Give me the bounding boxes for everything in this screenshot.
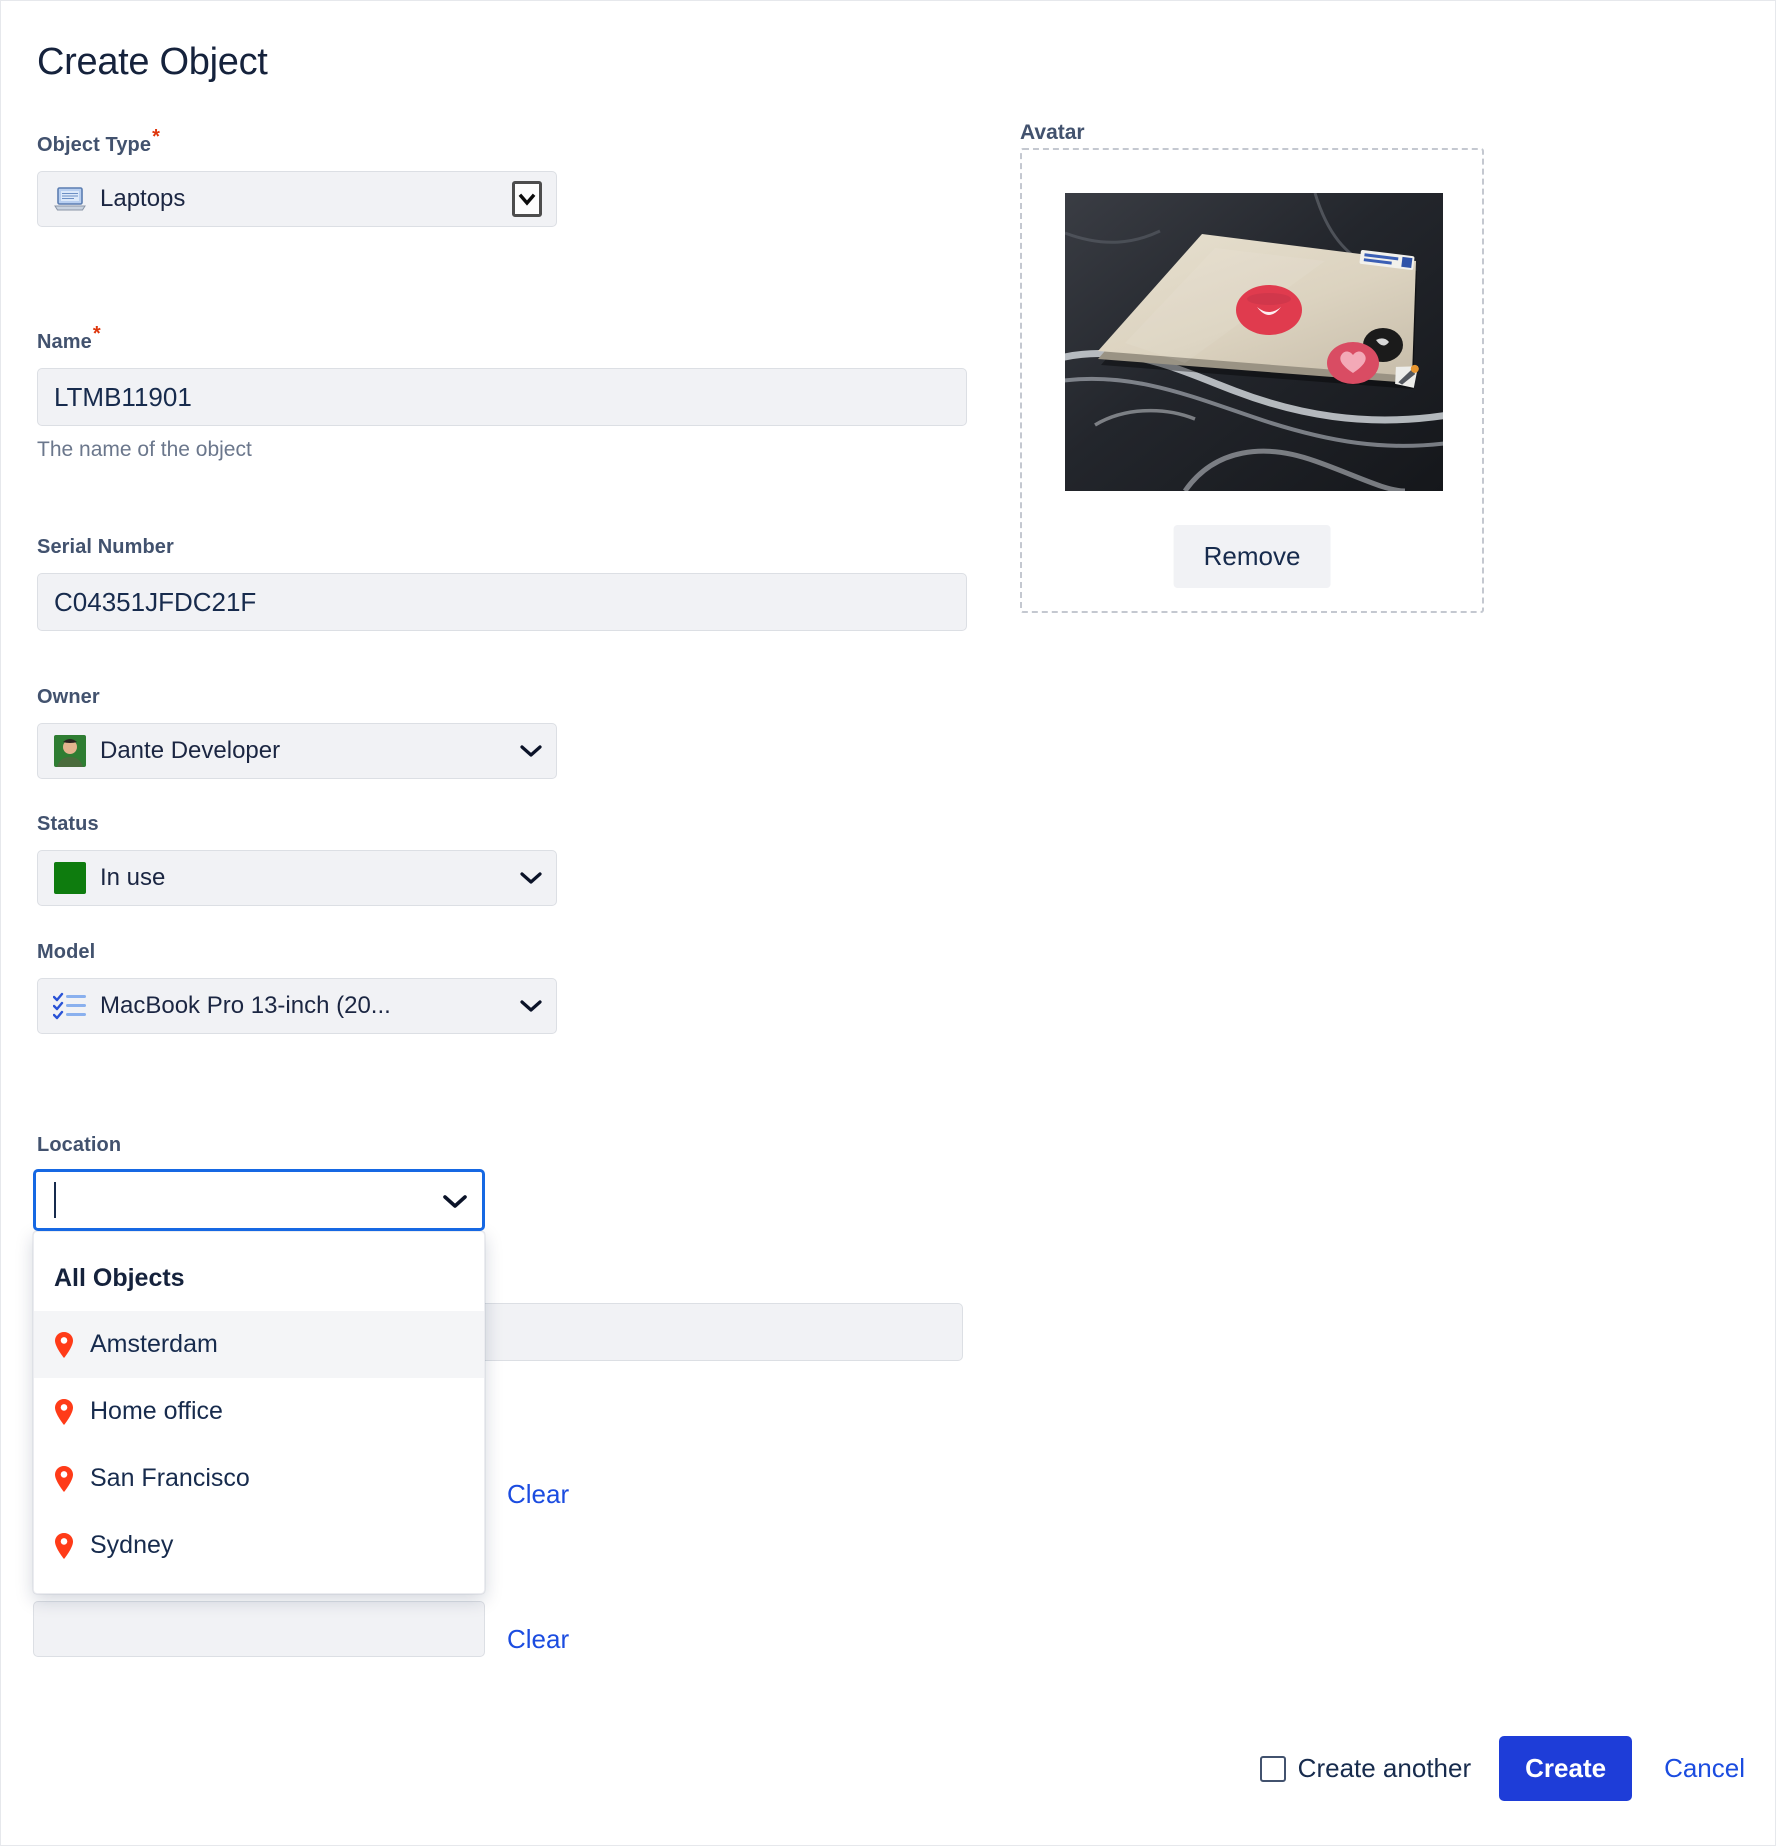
location-pin-icon	[54, 1465, 74, 1493]
field-object-type: Object Type* Laptops	[37, 126, 557, 227]
model-select[interactable]: MacBook Pro 13-inch (20...	[37, 978, 557, 1034]
dropdown-option-sydney[interactable]: Sydney	[34, 1512, 484, 1579]
clear-link-2[interactable]: Clear	[507, 1624, 569, 1655]
avatar-label: Avatar	[1020, 121, 1085, 144]
page-title: Create Object	[37, 41, 268, 83]
clear-link-1[interactable]: Clear	[507, 1479, 569, 1510]
owner-select[interactable]: Dante Developer	[37, 723, 557, 779]
field-status: Status In use	[37, 813, 557, 906]
checklist-icon	[52, 991, 88, 1021]
field-owner: Owner Dante Developer	[37, 686, 557, 779]
field-location: Location	[33, 1134, 485, 1231]
object-type-label: Object Type*	[37, 126, 160, 156]
required-asterisk: *	[152, 126, 160, 149]
serial-number-value: C04351JFDC21F	[54, 586, 257, 617]
name-help-text: The name of the object	[37, 438, 252, 461]
remove-avatar-button[interactable]: Remove	[1173, 525, 1331, 588]
create-another-label: Create another	[1297, 1753, 1472, 1783]
location-pin-icon	[54, 1532, 74, 1560]
serial-number-input[interactable]: C04351JFDC21F	[37, 573, 967, 631]
name-input[interactable]: LTMB11901	[37, 368, 967, 426]
text-caret	[54, 1182, 56, 1218]
location-dropdown-menu: All Objects Amsterdam Home office San Fr…	[33, 1231, 485, 1594]
dropdown-group-header: All Objects	[54, 1264, 185, 1292]
create-button[interactable]: Create	[1499, 1736, 1633, 1801]
boxed-chevron-down-icon[interactable]	[512, 181, 542, 217]
create-another-checkbox-wrapper[interactable]: Create another	[1259, 1753, 1472, 1784]
dropdown-option-label: San Francisco	[90, 1464, 250, 1492]
required-asterisk: *	[92, 323, 101, 346]
dropdown-option-san-francisco[interactable]: San Francisco	[34, 1445, 484, 1512]
create-object-dialog: Create Object Object Type* Laptops Name*…	[0, 0, 1776, 1846]
model-label: Model	[37, 941, 96, 963]
avatar-dropzone[interactable]: Remove	[1020, 148, 1484, 613]
field-model: Model MacBook Pro 13-inch (20...	[37, 941, 557, 1034]
dialog-footer: Create another Create Cancel	[1259, 1736, 1749, 1801]
dropdown-option-label: Sydney	[90, 1531, 174, 1559]
status-value: In use	[100, 864, 166, 891]
serial-number-label: Serial Number	[37, 536, 174, 558]
status-select[interactable]: In use	[37, 850, 557, 906]
chevron-down-icon[interactable]	[442, 1187, 468, 1213]
name-input-value: LTMB11901	[54, 381, 192, 412]
location-pin-icon	[54, 1331, 74, 1359]
chevron-down-icon[interactable]	[520, 740, 542, 762]
name-label: Name*	[37, 323, 101, 353]
location-pin-icon	[54, 1398, 74, 1426]
dropdown-option-label: Amsterdam	[90, 1330, 218, 1358]
object-type-value: Laptops	[100, 185, 186, 212]
owner-value: Dante Developer	[100, 737, 281, 764]
dropdown-option-amsterdam[interactable]: Amsterdam	[34, 1311, 484, 1378]
location-label: Location	[37, 1134, 122, 1156]
chevron-down-icon[interactable]	[520, 995, 542, 1017]
cancel-button[interactable]: Cancel	[1660, 1749, 1749, 1788]
status-label: Status	[37, 813, 99, 835]
field-serial-number: Serial Number C04351JFDC21F	[37, 536, 967, 631]
chevron-down-icon[interactable]	[520, 867, 542, 889]
create-another-checkbox[interactable]	[1259, 1755, 1286, 1782]
owner-label: Owner	[37, 686, 100, 708]
dropdown-option-label: Home office	[90, 1397, 223, 1425]
user-avatar-icon	[52, 735, 88, 767]
laptop-icon	[52, 184, 88, 214]
avatar-image	[1065, 193, 1443, 491]
status-color-swatch	[52, 862, 88, 894]
location-combobox[interactable]	[33, 1169, 485, 1231]
dropdown-option-home-office[interactable]: Home office	[34, 1378, 484, 1445]
model-value: MacBook Pro 13-inch (20...	[100, 992, 391, 1019]
background-select-2[interactable]	[33, 1601, 485, 1657]
object-type-select[interactable]: Laptops	[37, 171, 557, 227]
field-name: Name* LTMB11901 The name of the object	[37, 323, 967, 462]
